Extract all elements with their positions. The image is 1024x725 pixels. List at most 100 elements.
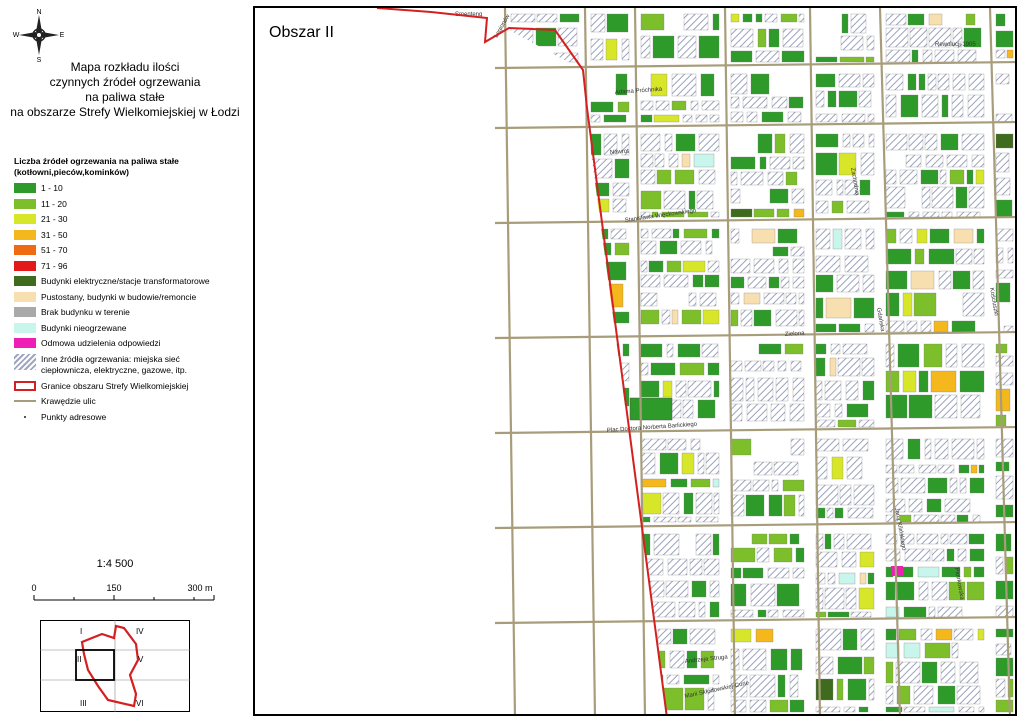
building (555, 694, 578, 713)
building (824, 380, 842, 401)
map-title-block: Mapa rozkładu ilości czynnych źródeł ogr… (0, 60, 250, 120)
building (995, 199, 1013, 218)
building (792, 276, 805, 289)
building (798, 309, 805, 327)
building (610, 228, 627, 240)
building (691, 580, 707, 598)
building (995, 113, 1013, 123)
building (730, 258, 751, 274)
building (590, 13, 606, 33)
building (953, 228, 974, 244)
building (829, 357, 837, 377)
building (744, 360, 762, 372)
building (847, 507, 874, 519)
building (865, 56, 875, 63)
legend-swatch (14, 214, 36, 224)
building (590, 261, 600, 281)
building (790, 648, 803, 671)
building (752, 479, 770, 492)
building (701, 100, 720, 111)
street-edge (494, 520, 1015, 530)
building (769, 156, 791, 170)
building (790, 438, 805, 456)
building (846, 403, 869, 418)
building (770, 403, 786, 422)
building (963, 566, 972, 578)
map-canvas[interactable]: Smenteng LegionówAdama PróchnikaRewolucji… (255, 8, 1017, 716)
legend-swatch (14, 291, 36, 302)
building (703, 558, 720, 576)
building (834, 507, 844, 519)
building (995, 73, 1010, 85)
building (562, 201, 580, 218)
building (798, 13, 805, 23)
building (520, 201, 546, 218)
building (773, 547, 793, 563)
overview-label-iv: IV (136, 627, 144, 636)
building (538, 694, 552, 713)
building (841, 551, 857, 568)
building (640, 35, 651, 59)
building (695, 492, 713, 515)
building (554, 91, 572, 104)
building (795, 547, 805, 563)
building (776, 208, 790, 218)
building (659, 240, 678, 255)
building (861, 357, 875, 377)
building (798, 292, 805, 305)
building (521, 550, 532, 566)
building (590, 311, 608, 324)
building (885, 169, 897, 185)
legend-swatch (14, 260, 36, 271)
building (793, 208, 805, 218)
building (911, 49, 919, 63)
building (815, 133, 839, 148)
building (666, 260, 682, 273)
building (545, 505, 561, 523)
building (534, 178, 546, 200)
building (928, 706, 955, 713)
building (560, 379, 572, 403)
building (995, 133, 1014, 149)
building (730, 171, 738, 186)
building (815, 403, 831, 418)
building (640, 274, 661, 288)
building (590, 387, 617, 407)
building (604, 585, 624, 605)
building (928, 606, 936, 618)
building (564, 133, 574, 158)
building (995, 533, 1012, 552)
building (523, 178, 532, 200)
legend-label: 71 - 96 (41, 260, 68, 271)
building (941, 211, 953, 218)
building (903, 706, 926, 713)
building (590, 408, 606, 421)
building (839, 56, 865, 63)
building (590, 101, 614, 113)
building (913, 514, 940, 523)
building (677, 516, 692, 523)
building (688, 190, 696, 210)
building (921, 94, 939, 118)
building (640, 580, 665, 598)
building (546, 486, 571, 503)
building (670, 478, 688, 488)
building (885, 73, 904, 91)
building (573, 642, 580, 652)
building (815, 113, 838, 123)
building (712, 478, 720, 488)
legend-heading-line: (kotłowni,pieców,kominków) (14, 167, 129, 177)
building (922, 211, 940, 218)
building (885, 438, 904, 460)
building (946, 154, 968, 168)
building (761, 111, 784, 123)
building (764, 13, 778, 23)
building (896, 581, 915, 601)
street-edge (633, 8, 647, 714)
building (953, 628, 974, 641)
building (730, 438, 752, 456)
building (921, 186, 931, 209)
building (707, 362, 720, 376)
building (536, 364, 562, 375)
building (777, 228, 798, 244)
